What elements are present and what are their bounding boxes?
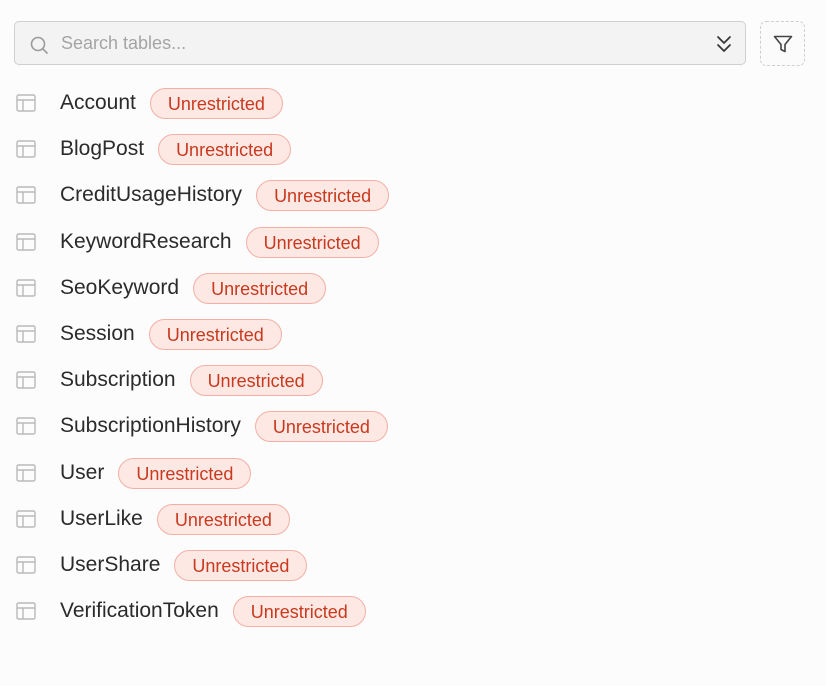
table-icon [16,371,36,389]
table-row[interactable]: UserLike Unrestricted [0,496,826,542]
table-name-group: Account Unrestricted [60,80,283,126]
table-icon [16,186,36,204]
table-name-group: VerificationToken Unrestricted [60,588,366,634]
table-name[interactable]: BlogPost [60,126,144,172]
table-icon [16,510,36,528]
table-row[interactable]: User Unrestricted [0,450,826,496]
search-box[interactable] [14,21,746,65]
table-browser: AccountUnrestrictedBlogPostUnrestrictedC… [0,0,826,686]
status-badge: Unrestricted [158,133,292,165]
table-name[interactable]: UserShare [60,542,160,588]
table-name[interactable]: CreditUsageHistory [60,172,242,218]
table-row[interactable]: VerificationToken Unrestricted [0,588,826,634]
table-name-group: CreditUsageHistory Unrestricted [60,172,390,218]
search-icon [30,36,48,54]
table-name[interactable]: VerificationToken [60,588,219,634]
status-badge: Unrestricted [156,503,290,535]
table-icon [16,464,36,482]
table-icon [16,602,36,620]
table-row[interactable]: Session Unrestricted [0,311,826,357]
table-row[interactable]: UserShare Unrestricted [0,542,826,588]
table-row[interactable]: Subscription Unrestricted [0,357,826,403]
search-row [14,21,805,66]
table-row[interactable]: SubscriptionHistory Unrestricted [0,403,826,449]
table-name-group: KeywordResearch Unrestricted [60,219,379,265]
table-name[interactable]: UserLike [60,496,143,542]
table-icon [16,279,36,297]
table-name-group: UserShare Unrestricted [60,542,308,588]
table-name-group: User Unrestricted [60,450,252,496]
table-name-group: Subscription Unrestricted [60,357,323,403]
status-badge: Unrestricted [232,595,366,627]
table-name-group: SubscriptionHistory Unrestricted [60,403,388,449]
status-badge: Unrestricted [245,226,379,258]
table-name[interactable]: SeoKeyword [60,265,179,311]
status-badge: Unrestricted [149,87,283,119]
table-name-group: Session Unrestricted [60,311,282,357]
table-icon [16,94,36,112]
table-icon [16,233,36,251]
status-badge: Unrestricted [118,457,252,489]
filter-icon [773,35,792,52]
table-row[interactable]: CreditUsageHistory Unrestricted [0,172,826,218]
status-badge: Unrestricted [254,410,388,442]
table-name-group: BlogPost Unrestricted [60,126,292,172]
status-badge: Unrestricted [193,272,327,304]
table-name[interactable]: SubscriptionHistory [60,403,241,449]
table-name[interactable]: User [60,450,104,496]
table-name-group: UserLike Unrestricted [60,496,290,542]
table-name[interactable]: KeywordResearch [60,219,232,265]
table-name[interactable]: Subscription [60,357,176,403]
table-name[interactable]: Account [60,80,136,126]
status-badge: Unrestricted [148,318,282,350]
table-row[interactable]: SeoKeyword Unrestricted [0,265,826,311]
search-input[interactable] [61,22,701,64]
table-name[interactable]: Session [60,311,135,357]
filter-button[interactable] [760,21,805,66]
table-row[interactable]: BlogPost Unrestricted [0,126,826,172]
table-icon [16,556,36,574]
table-icon [16,417,36,435]
table-row[interactable]: KeywordResearch Unrestricted [0,219,826,265]
status-badge: Unrestricted [189,364,323,396]
chevrons-down-icon[interactable] [715,34,733,54]
table-row[interactable]: Account Unrestricted [0,80,826,126]
status-badge: Unrestricted [174,549,308,581]
table-name-group: SeoKeyword Unrestricted [60,265,327,311]
status-badge: Unrestricted [256,179,390,211]
table-icon [16,140,36,158]
table-icon [16,325,36,343]
